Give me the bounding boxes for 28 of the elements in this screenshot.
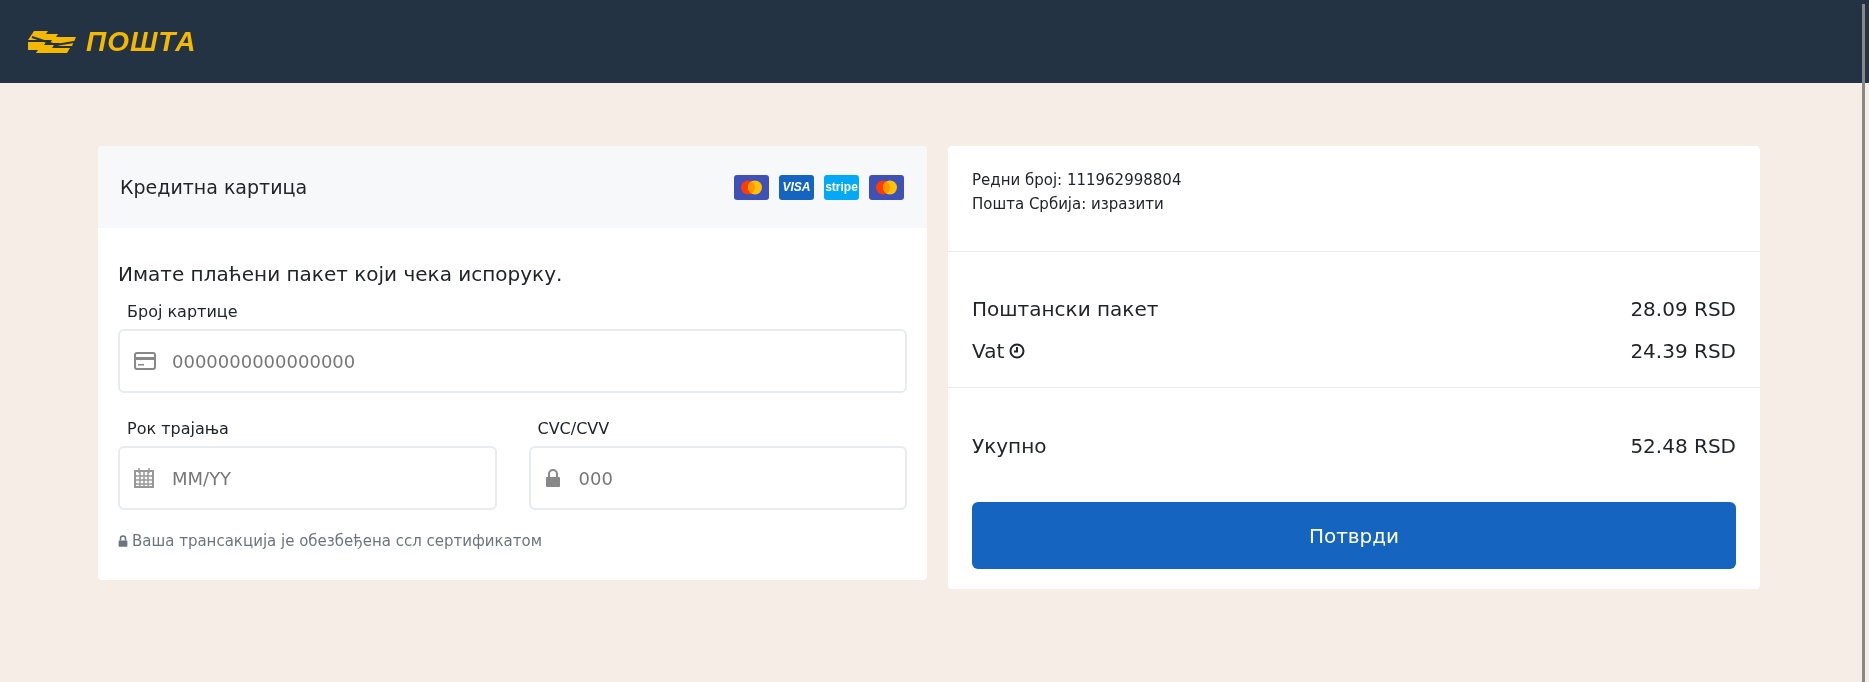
input-field[interactable]: 000 [528, 446, 907, 510]
field-label: Рок трајања [127, 419, 230, 438]
card-brand-logo-icon [869, 174, 904, 200]
total-amount: 52.48 RSD [1630, 434, 1736, 458]
order-info-text: Редни број: 111962998804 [972, 171, 1183, 189]
credit-card-icon [134, 352, 156, 370]
card-brand-logo-icon [734, 174, 769, 200]
info-message: Имате плаћени пакет који чека испоруку. [118, 262, 564, 286]
input-field[interactable]: MM/YY [118, 446, 497, 510]
lock-icon [118, 535, 128, 547]
lock-icon [544, 469, 561, 487]
calendar-icon [134, 468, 154, 488]
security-note: Ваша трансакција је обезбеђена ссл сертификатом [132, 532, 543, 550]
scrollbar[interactable] [1862, 4, 1865, 682]
input-field[interactable]: 0000000000000000 [118, 329, 907, 393]
total-label: Укупно [972, 434, 1047, 458]
order-info-text: Пошта Србија: изразити [972, 195, 1165, 213]
field-label: Број картице [127, 302, 239, 321]
line-item-amount: 28.09 RSD [1630, 297, 1736, 321]
line-item-amount: 24.39 RSD [1630, 339, 1736, 363]
confirm-button[interactable]: Потврди [972, 502, 1736, 569]
line-item-label: Vat [972, 339, 1005, 363]
line-item-label: Поштански пакет [972, 297, 1159, 321]
card-brand-logo: VISA [779, 174, 814, 200]
field-label: CVC/CVV [537, 419, 611, 438]
panel-title: Кредитна картица [120, 176, 308, 198]
card-brand-logo: stripe [824, 174, 859, 200]
logo-text: ПОШТА [86, 25, 197, 58]
